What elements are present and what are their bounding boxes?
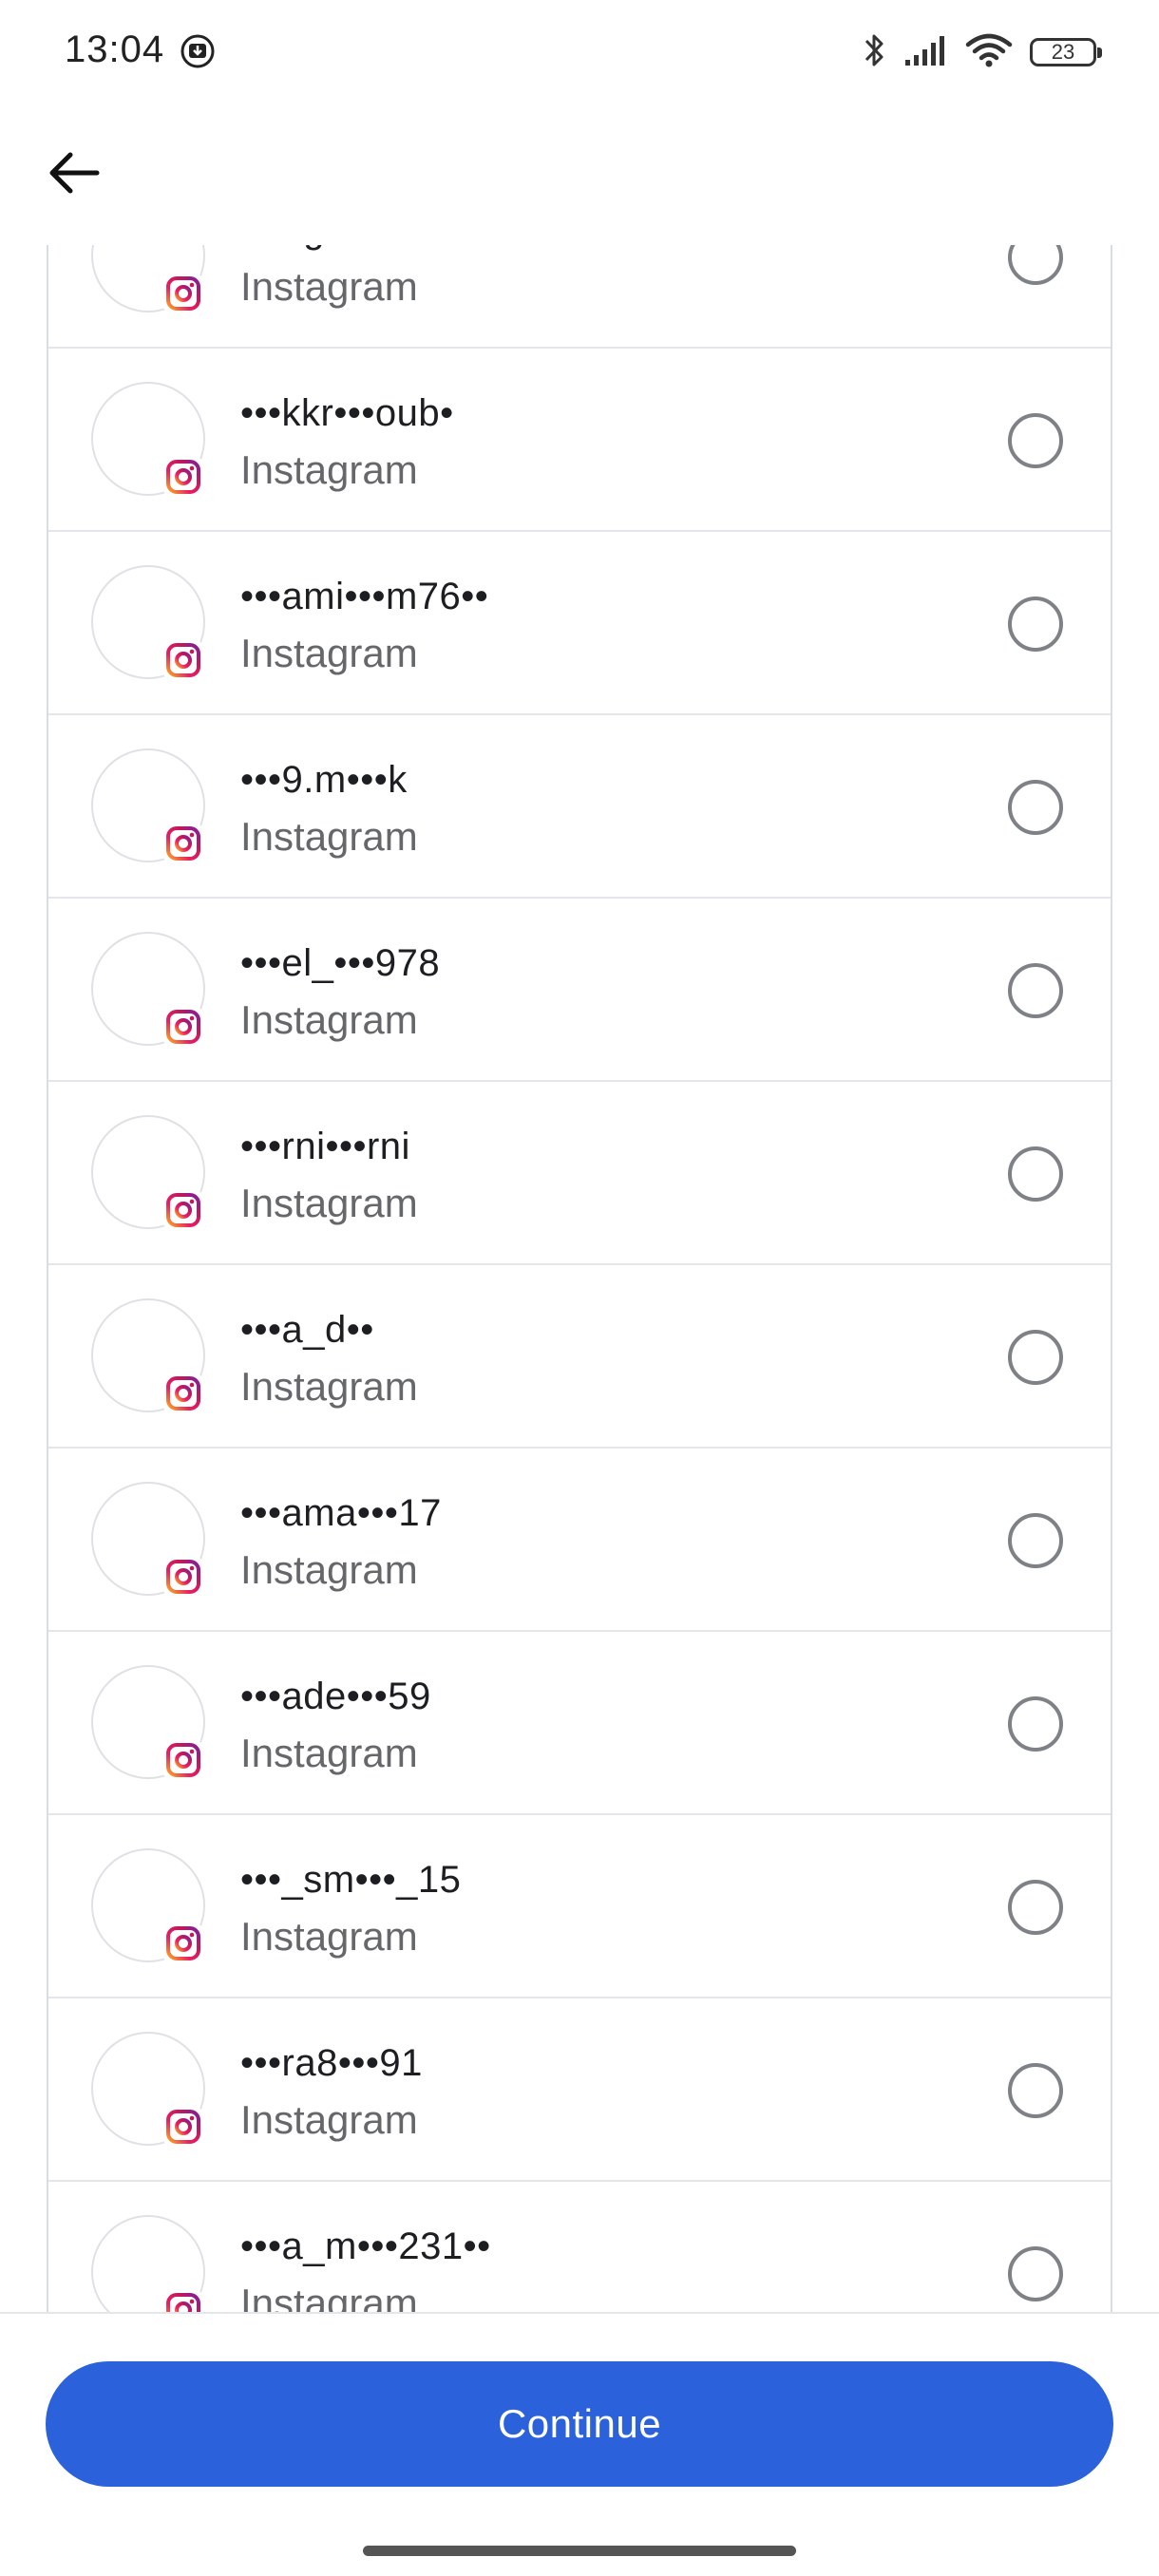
select-radio[interactable]	[1008, 597, 1063, 652]
account-username: •••ama•••17	[240, 1492, 442, 1534]
account-row[interactable]: •••9.m•••k Instagram	[48, 715, 1111, 899]
account-platform: Instagram	[240, 2281, 418, 2312]
account-username: •••a_d••	[240, 1309, 374, 1351]
instagram-icon	[162, 1189, 204, 1231]
account-row[interactable]: •••ama•••17 Instagram	[48, 1449, 1111, 1632]
account-username: •••el_•••978	[240, 942, 441, 984]
account-row[interactable]: •••ng••• Instagram	[48, 245, 1111, 349]
account-platform: Instagram	[240, 1364, 418, 1409]
status-bar: 13:04 23	[0, 0, 1159, 104]
instagram-icon	[162, 1923, 204, 1964]
download-notification-icon	[180, 33, 216, 69]
status-icons: 23	[863, 27, 1102, 78]
account-platform: Instagram	[240, 631, 418, 675]
account-username: •••rni•••rni	[240, 1126, 410, 1167]
bluetooth-icon	[863, 30, 887, 75]
instagram-icon	[162, 2289, 204, 2312]
account-platform: Instagram	[240, 1181, 418, 1225]
account-username: •••kkr•••oub•	[240, 392, 454, 434]
instagram-icon	[162, 823, 204, 864]
account-platform: Instagram	[240, 1731, 418, 1775]
account-username: •••ami•••m76••	[240, 576, 489, 617]
select-radio[interactable]	[1008, 1146, 1063, 1202]
account-row[interactable]: •••_sm•••_15 Instagram	[48, 1815, 1111, 1998]
account-username: •••ra8•••91	[240, 2042, 423, 2084]
home-indicator	[363, 2546, 796, 2556]
account-list-items: •••ng•••Instagram•••kkr•••oub•Instagram•…	[48, 245, 1111, 2312]
instagram-icon	[162, 639, 204, 681]
account-username: •••a_m•••231••	[240, 2226, 491, 2267]
select-radio[interactable]	[1008, 2246, 1063, 2301]
battery-level: 23	[1051, 40, 1075, 64]
account-platform: Instagram	[240, 1914, 418, 1959]
account-list[interactable]: •••ng•••Instagram•••kkr•••oub•Instagram•…	[0, 245, 1159, 2312]
account-username: •••ng•••	[240, 245, 367, 252]
account-row[interactable]: •••ami•••m76•• Instagram	[48, 532, 1111, 715]
account-platform: Instagram	[240, 447, 418, 492]
select-radio[interactable]	[1008, 1696, 1063, 1752]
signal-icon	[904, 33, 948, 72]
back-button[interactable]	[44, 142, 104, 203]
select-radio[interactable]	[1008, 963, 1063, 1018]
wifi-icon	[965, 32, 1013, 73]
select-radio[interactable]	[1008, 1880, 1063, 1935]
instagram-icon	[162, 456, 204, 498]
instagram-icon	[162, 1006, 204, 1048]
account-row[interactable]: •••a_m•••231•• Instagram	[48, 2182, 1111, 2312]
instagram-icon	[162, 273, 204, 314]
account-platform: Instagram	[240, 1547, 418, 1592]
select-radio[interactable]	[1008, 413, 1063, 468]
account-platform: Instagram	[240, 814, 418, 859]
continue-button[interactable]: Continue	[46, 2361, 1113, 2487]
select-radio[interactable]	[1008, 245, 1063, 285]
header	[0, 104, 1159, 245]
account-row[interactable]: •••el_•••978 Instagram	[48, 899, 1111, 1082]
arrow-left-icon	[49, 152, 100, 194]
instagram-icon	[162, 1739, 204, 1781]
select-radio[interactable]	[1008, 1330, 1063, 1385]
instagram-icon	[162, 1373, 204, 1414]
status-time: 13:04	[65, 28, 165, 70]
account-username: •••ade•••59	[240, 1676, 431, 1717]
footer: Continue	[0, 2312, 1159, 2576]
account-row[interactable]: •••rni•••rni Instagram	[48, 1082, 1111, 1265]
account-platform: Instagram	[240, 997, 418, 1042]
instagram-icon	[162, 2106, 204, 2148]
account-row[interactable]: •••a_d•• Instagram	[48, 1265, 1111, 1449]
account-platform: Instagram	[240, 264, 418, 309]
account-username: •••9.m•••k	[240, 759, 408, 801]
battery-icon: 23	[1030, 38, 1102, 66]
select-radio[interactable]	[1008, 2063, 1063, 2118]
select-radio[interactable]	[1008, 780, 1063, 835]
account-row[interactable]: •••kkr•••oub• Instagram	[48, 349, 1111, 532]
instagram-icon	[162, 1556, 204, 1598]
account-row[interactable]: •••ra8•••91 Instagram	[48, 1998, 1111, 2182]
account-username: •••_sm•••_15	[240, 1859, 462, 1901]
account-list-frame: •••ng•••Instagram•••kkr•••oub•Instagram•…	[47, 245, 1112, 2312]
account-platform: Instagram	[240, 2097, 418, 2142]
account-row[interactable]: •••ade•••59 Instagram	[48, 1632, 1111, 1815]
select-radio[interactable]	[1008, 1513, 1063, 1568]
